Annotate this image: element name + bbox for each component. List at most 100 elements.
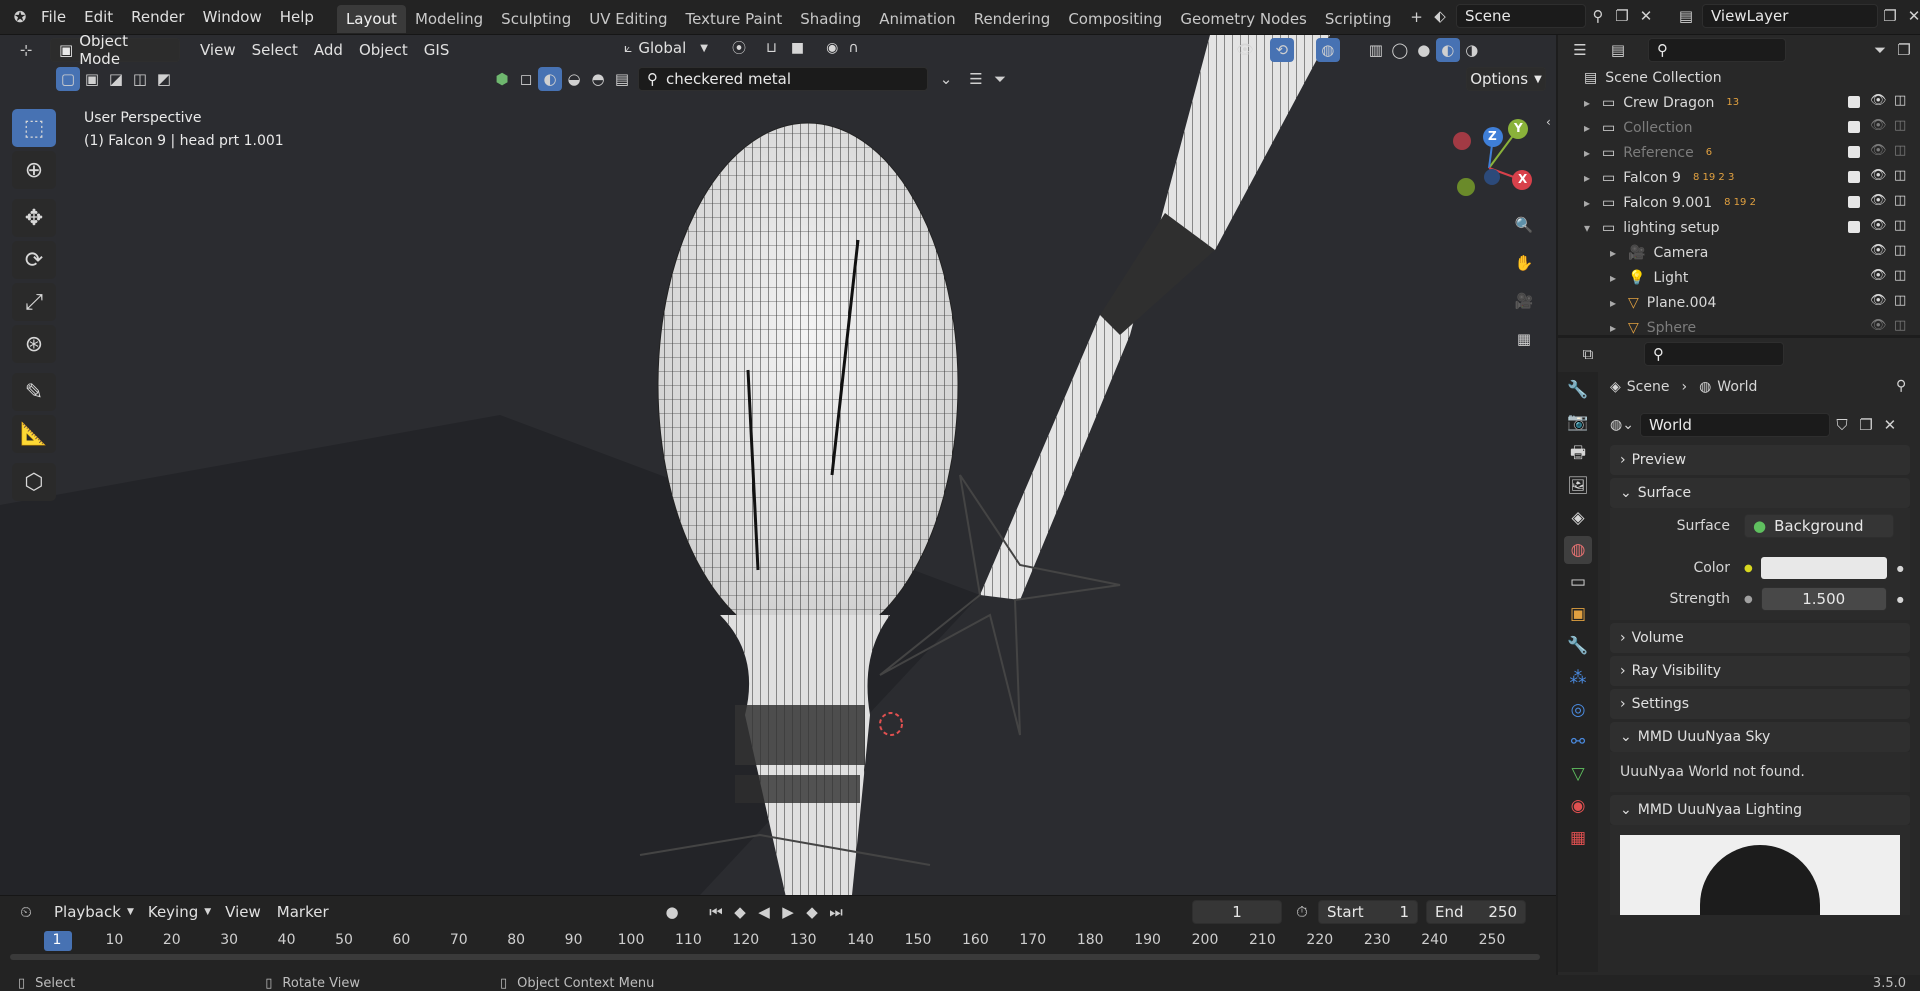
sidebar-toggle-icon[interactable]: ‹ [1546,115,1551,129]
3d-viewport[interactable]: ⊹ ▣ Object Mode View Select Add Object GIS ⟀… [0,35,1556,895]
select-box-tool-icon[interactable]: ⬚ [12,109,56,147]
wireframe-shading-icon[interactable]: ◯ [1388,38,1412,62]
snap-icon[interactable]: ⊔ [766,40,777,56]
viewport-menu-select[interactable]: Select [244,41,306,59]
viewport-menu-add[interactable]: Add [306,41,351,59]
transform-tool-icon[interactable]: ⊛ [12,325,56,363]
menu-file[interactable]: File [32,0,75,34]
keyframe-dot-icon[interactable]: ● [1897,595,1904,604]
render-camera-icon[interactable]: ◫ [1894,168,1906,183]
mode-select[interactable]: ▣ Object Mode [50,35,180,68]
xray-icon[interactable]: ▥ [1364,38,1388,62]
3d-cursor[interactable] [879,712,903,736]
start-frame-field[interactable]: Start 1 [1318,900,1418,924]
tab-geometry-nodes[interactable]: Geometry Nodes [1171,5,1316,33]
outliner-row[interactable]: ▸ ▭ Collection 👁 ◫ [1558,115,1920,140]
material-preview-icon[interactable]: ⬢ [490,67,514,91]
pivot-icon[interactable]: ⦿ [732,38,746,58]
pan-hand-icon[interactable]: ✋ [1512,251,1536,275]
play-reverse-icon[interactable]: ◀ [752,900,776,924]
chevron-right-icon[interactable]: ▸ [1584,171,1598,185]
eye-icon[interactable]: 👁 [1870,93,1887,108]
render-camera-icon[interactable]: ◫ [1894,318,1906,333]
zoom-icon[interactable]: 🔍 [1512,213,1536,237]
visibility-icon[interactable]: 👁 [1236,42,1254,58]
outliner-row[interactable]: ▾ ▭ lighting setup 👁 ◫ [1558,215,1920,240]
timeline-menu-marker[interactable]: Marker [269,903,337,921]
falloff-icon[interactable]: ∩ [848,40,858,56]
scene-name-field[interactable]: Scene [1456,4,1586,28]
fake-user-icon[interactable]: ⛉ [1830,413,1854,437]
filter-icon[interactable]: ⏷ [988,67,1012,91]
view-layer-tab-icon[interactable]: 🖼 [1564,472,1592,500]
outliner-editor-icon[interactable]: ☰ [1568,38,1592,62]
world-tab-icon[interactable]: ◍ [1564,536,1592,564]
stopwatch-icon[interactable]: ⏱ [1290,900,1314,924]
breadcrumb-world[interactable]: World [1717,379,1757,395]
preview-panel[interactable]: › Preview [1610,445,1910,475]
menu-help[interactable]: Help [271,0,323,34]
render-tab-icon[interactable]: 📷 [1564,408,1592,436]
perspective-grid-icon[interactable]: ▦ [1512,327,1536,351]
constraints-tab-icon[interactable]: ⚯ [1564,728,1592,756]
new-world-icon[interactable]: ❐ [1854,413,1878,437]
outliner-row[interactable]: ▸ ▭ Falcon 9.001 8 19 2 👁 ◫ [1558,190,1920,215]
tab-shading[interactable]: Shading [791,5,870,33]
scale-tool-icon[interactable]: ⤢ [12,283,56,321]
chevron-right-icon[interactable]: ▸ [1610,296,1624,310]
rendered-shading-icon[interactable]: ◑ [1460,38,1484,62]
tab-layout[interactable]: Layout [336,4,406,33]
render-camera-icon[interactable]: ◫ [1894,193,1906,208]
render-camera-icon[interactable]: ◫ [1894,268,1906,283]
eye-icon[interactable]: 👁 [1870,218,1887,233]
settings-panel[interactable]: › Settings [1610,689,1910,719]
options-button[interactable]: Options ▼ [1466,67,1546,91]
tab-compositing[interactable]: Compositing [1059,5,1171,33]
move-tool-icon[interactable]: ✥ [12,199,56,237]
timeline-menu-keying[interactable]: Keying [140,903,206,921]
data-tab-icon[interactable]: ▽ [1564,760,1592,788]
breadcrumb-scene[interactable]: Scene [1627,379,1670,395]
mmd-sky-panel[interactable]: ⌄ MMD UuuNyaa Sky [1610,722,1910,752]
timeline-editor-icon[interactable]: ⏲ [14,900,38,924]
timeline-scrollbar[interactable] [10,954,1540,960]
render-camera-icon[interactable]: ◫ [1894,293,1906,308]
viewport-menu-view[interactable]: View [192,41,244,59]
collection-tab-icon[interactable]: ▭ [1564,568,1592,596]
modifier-tab-icon[interactable]: 🔧 [1564,632,1592,660]
editor-type-icon[interactable]: ⊹ [14,38,38,62]
render-camera-icon[interactable]: ◫ [1894,218,1906,233]
eye-icon[interactable]: 👁 [1870,168,1887,183]
texture-tab-icon[interactable]: ▦ [1564,824,1592,852]
eye-icon[interactable]: 👁 [1870,243,1887,258]
ray-visibility-panel[interactable]: › Ray Visibility [1610,656,1910,686]
select-intersect-icon[interactable]: ◩ [152,67,176,91]
end-frame-field[interactable]: End 250 [1426,900,1526,924]
strength-field[interactable]: 1.500 [1760,587,1887,611]
shading-solid-icon[interactable]: ◻ [514,67,538,91]
chevron-right-icon[interactable]: ▸ [1610,246,1624,260]
outliner-row[interactable]: ▸ ▽ Plane.004 👁 ◫ [1558,290,1920,315]
mmd-lighting-panel[interactable]: ⌄ MMD UuuNyaa Lighting [1610,795,1910,825]
list-icon[interactable]: ☰ [964,67,988,91]
properties-editor-icon[interactable]: ⧉ [1576,342,1600,366]
particles-tab-icon[interactable]: ⁂ [1564,664,1592,692]
eye-icon[interactable]: 👁 [1870,318,1887,333]
delete-view-layer-icon[interactable]: ✕ [1902,4,1920,28]
outliner-row[interactable]: ▸ ▽ Sphere 👁 ◫ [1558,315,1920,340]
jump-start-icon[interactable]: ⏮ [704,900,728,924]
properties-search-field[interactable]: ⚲ [1644,342,1784,366]
orientation-select[interactable]: Global [638,39,686,57]
outliner-row[interactable]: ▸ 💡 Light 👁 ◫ [1558,265,1920,290]
clipboard-icon[interactable]: ▤ [610,67,634,91]
frame-ruler[interactable]: 1 10 20 30 40 50 60 70 80 90 100 110 120 130 140 150 160… [0,930,1556,952]
surface-panel[interactable]: ⌄ Surface [1610,478,1910,508]
shading-matcap-icon[interactable]: ◒ [562,67,586,91]
snap-target-icon[interactable]: ■ [791,40,804,56]
eye-icon[interactable]: 👁 [1870,293,1887,308]
menu-edit[interactable]: Edit [75,0,122,34]
tool-tab-icon[interactable]: 🔧 [1564,376,1592,404]
chevron-right-icon[interactable]: ▸ [1584,96,1598,110]
eye-icon[interactable]: 👁 [1870,118,1887,133]
viewport-menu-object[interactable]: Object [351,41,416,59]
